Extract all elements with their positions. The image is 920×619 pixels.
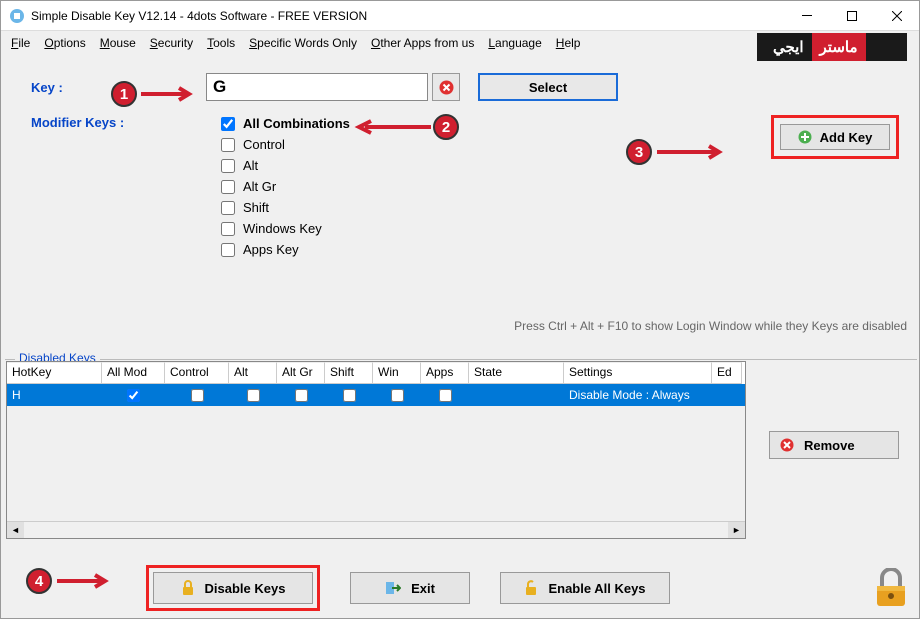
- unlock-icon: [524, 580, 538, 596]
- arrow-4-icon: [57, 573, 112, 589]
- exit-button[interactable]: Exit: [350, 572, 470, 604]
- disabled-keys-group: Disabled Keys: [5, 341, 917, 360]
- th-hotkey[interactable]: HotKey: [7, 362, 102, 384]
- menu-other-apps[interactable]: Other Apps from us: [371, 36, 474, 50]
- td-control: [165, 384, 229, 406]
- menu-file[interactable]: File: [11, 36, 30, 50]
- scroll-right-arrow[interactable]: ►: [728, 522, 745, 538]
- table-row[interactable]: H Disable Mode : Always: [7, 384, 745, 406]
- th-edit[interactable]: Ed: [712, 362, 742, 384]
- row-checkbox-control[interactable]: [191, 389, 204, 402]
- th-state[interactable]: State: [469, 362, 564, 384]
- checkbox-apps[interactable]: [221, 243, 235, 257]
- key-input[interactable]: [206, 73, 428, 101]
- td-settings: Disable Mode : Always: [564, 384, 712, 406]
- minimize-button[interactable]: [784, 1, 829, 30]
- select-button[interactable]: Select: [478, 73, 618, 101]
- x-circle-icon: [780, 438, 794, 452]
- td-state: [469, 384, 564, 406]
- th-control[interactable]: Control: [165, 362, 229, 384]
- menu-specific-words[interactable]: Specific Words Only: [249, 36, 357, 50]
- row-checkbox-altgr[interactable]: [295, 389, 308, 402]
- modifier-windows[interactable]: Windows Key: [221, 221, 899, 236]
- checkbox-windows[interactable]: [221, 222, 235, 236]
- menu-mouse[interactable]: Mouse: [100, 36, 136, 50]
- th-altgr[interactable]: Alt Gr: [277, 362, 325, 384]
- annotation-1: 1: [111, 81, 137, 107]
- bottom-toolbar: Disable Keys Exit Enable All Keys: [1, 568, 919, 608]
- modifier-alt[interactable]: Alt: [221, 158, 899, 173]
- enable-all-keys-button[interactable]: Enable All Keys: [500, 572, 670, 604]
- th-apps[interactable]: Apps: [421, 362, 469, 384]
- row-checkbox-allmod[interactable]: [127, 389, 140, 402]
- checkbox-shift[interactable]: [221, 201, 235, 215]
- td-apps: [421, 384, 469, 406]
- checkbox-all-combinations[interactable]: [221, 117, 235, 131]
- scroll-left-arrow[interactable]: ◄: [7, 522, 24, 538]
- td-altgr: [277, 384, 325, 406]
- checkbox-alt[interactable]: [221, 159, 235, 173]
- menu-options[interactable]: Options: [44, 36, 85, 50]
- clear-key-button[interactable]: [432, 73, 460, 101]
- checkbox-altgr[interactable]: [221, 180, 235, 194]
- disable-keys-highlight: Disable Keys: [146, 565, 320, 611]
- annotation-4: 4: [26, 568, 52, 594]
- annotation-2: 2: [433, 114, 459, 140]
- th-settings[interactable]: Settings: [564, 362, 712, 384]
- app-icon: [9, 8, 25, 24]
- table-header: HotKey All Mod Control Alt Alt Gr Shift …: [7, 362, 745, 384]
- close-button[interactable]: [874, 1, 919, 30]
- maximize-button[interactable]: [829, 1, 874, 30]
- menu-language[interactable]: Language: [488, 36, 541, 50]
- hint-text: Press Ctrl + Alt + F10 to show Login Win…: [514, 319, 907, 333]
- padlock-corner-icon: [873, 568, 909, 608]
- td-allmod: [102, 384, 165, 406]
- row-checkbox-alt[interactable]: [247, 389, 260, 402]
- arrow-1-icon: [141, 86, 196, 102]
- menu-security[interactable]: Security: [150, 36, 193, 50]
- td-hotkey: H: [7, 384, 102, 406]
- modifier-apps[interactable]: Apps Key: [221, 242, 899, 257]
- row-checkbox-apps[interactable]: [439, 389, 452, 402]
- row-checkbox-shift[interactable]: [343, 389, 356, 402]
- modifier-keys-label: Modifier Keys :: [21, 113, 206, 130]
- x-circle-icon: [439, 80, 454, 95]
- disabled-keys-table[interactable]: HotKey All Mod Control Alt Alt Gr Shift …: [6, 361, 746, 539]
- plus-circle-icon: [798, 130, 812, 144]
- window-title: Simple Disable Key V12.14 - 4dots Softwa…: [31, 9, 784, 23]
- lock-icon: [181, 580, 195, 596]
- window-controls: [784, 1, 919, 30]
- titlebar: Simple Disable Key V12.14 - 4dots Softwa…: [1, 1, 919, 31]
- add-key-highlight: Add Key: [771, 115, 899, 159]
- modifier-altgr[interactable]: Alt Gr: [221, 179, 899, 194]
- add-key-button[interactable]: Add Key: [780, 124, 890, 150]
- menu-tools[interactable]: Tools: [207, 36, 235, 50]
- td-edit: [712, 384, 742, 406]
- th-alt[interactable]: Alt: [229, 362, 277, 384]
- menu-help[interactable]: Help: [556, 36, 581, 50]
- disable-keys-button[interactable]: Disable Keys: [153, 572, 313, 604]
- row-checkbox-win[interactable]: [391, 389, 404, 402]
- remove-button[interactable]: Remove: [769, 431, 899, 459]
- th-allmod[interactable]: All Mod: [102, 362, 165, 384]
- annotation-3: 3: [626, 139, 652, 165]
- horizontal-scrollbar[interactable]: ◄ ►: [7, 521, 745, 538]
- th-shift[interactable]: Shift: [325, 362, 373, 384]
- checkbox-control[interactable]: [221, 138, 235, 152]
- arrow-2-icon: [353, 119, 431, 135]
- modifier-shift[interactable]: Shift: [221, 200, 899, 215]
- td-shift: [325, 384, 373, 406]
- logo-text-black: ايجي: [765, 38, 812, 56]
- td-alt: [229, 384, 277, 406]
- exit-icon: [385, 580, 401, 596]
- arrow-3-icon: [657, 144, 727, 160]
- td-win: [373, 384, 421, 406]
- th-win[interactable]: Win: [373, 362, 421, 384]
